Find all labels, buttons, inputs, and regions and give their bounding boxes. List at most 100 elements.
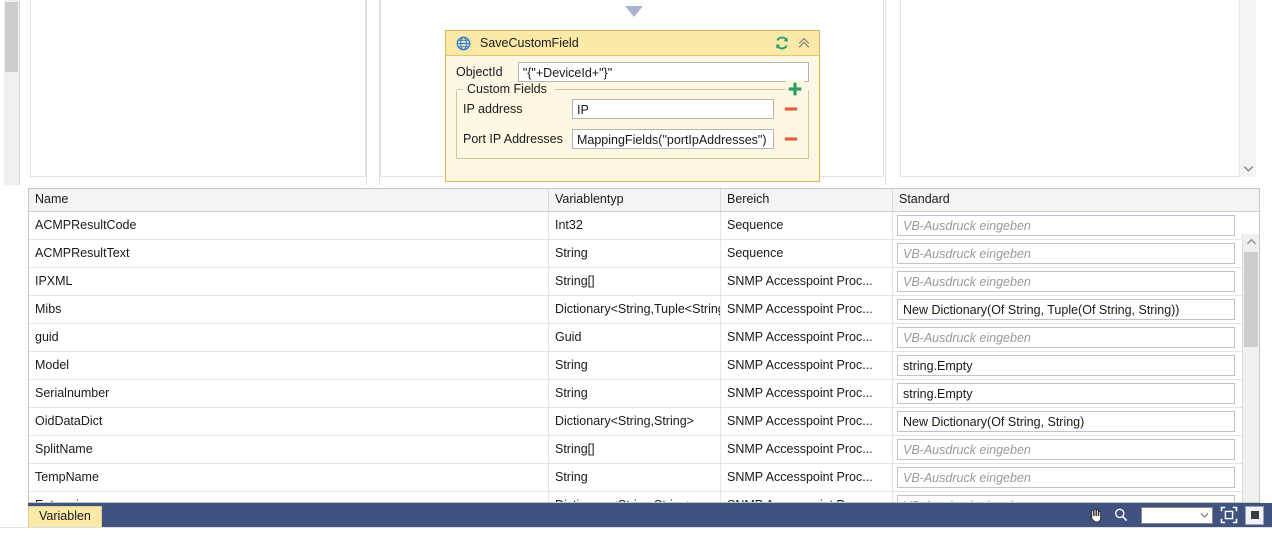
workflow-designer-canvas[interactable]: SaveCustomField ObjectId "{"+DeviceId+"}… — [0, 0, 1272, 185]
default-value-input[interactable]: VB-Ausdruck eingeben — [897, 439, 1235, 460]
default-value-input[interactable]: VB-Ausdruck eingeben — [897, 215, 1235, 236]
table-row[interactable]: guid Guid SNMP Accesspoint Proc... VB-Au… — [29, 324, 1259, 352]
activity-header[interactable]: SaveCustomField — [446, 31, 819, 56]
hand-icon[interactable] — [1085, 505, 1105, 525]
actual-size-inner — [1250, 511, 1259, 519]
cell-variable-type[interactable]: String — [549, 352, 721, 379]
outer-vertical-scrollbar[interactable] — [4, 0, 20, 185]
cell-variable-scope[interactable]: SNMP Accesspoint Proc... — [721, 492, 893, 502]
cell-variable-scope[interactable]: SNMP Accesspoint Proc... — [721, 380, 893, 407]
default-value-input[interactable]: string.Empty — [897, 355, 1235, 376]
default-value-input[interactable]: VB-Ausdruck eingeben — [897, 467, 1235, 488]
cell-variable-name[interactable]: SplitName — [29, 436, 549, 463]
cell-variable-type[interactable]: Int32 — [549, 212, 721, 239]
designer-vertical-scrollbar[interactable] — [1239, 0, 1256, 177]
cell-variable-scope[interactable]: SNMP Accesspoint Proc... — [721, 324, 893, 351]
cell-variable-type[interactable]: String[] — [549, 436, 721, 463]
cell-variable-name[interactable]: Model — [29, 352, 549, 379]
default-value-input[interactable]: VB-Ausdruck eingeben — [897, 243, 1235, 264]
cell-variable-default: New Dictionary(Of String, String) — [893, 408, 1239, 435]
cell-variable-default: VB-Ausdruck eingeben — [893, 324, 1239, 351]
designer-left-pane[interactable] — [30, 0, 366, 177]
table-row[interactable]: Enterprises Dictionary<String,String> SN… — [29, 492, 1259, 502]
table-row[interactable]: TempName String SNMP Accesspoint Proc...… — [29, 464, 1259, 492]
table-row[interactable]: ACMPResultText String Sequence VB-Ausdru… — [29, 240, 1259, 268]
cell-variable-scope[interactable]: SNMP Accesspoint Proc... — [721, 436, 893, 463]
cell-variable-type[interactable]: String — [549, 464, 721, 491]
cell-variable-type[interactable]: Dictionary<String,String> — [549, 492, 721, 502]
activity-save-custom-field[interactable]: SaveCustomField ObjectId "{"+DeviceId+"}… — [445, 30, 820, 182]
refresh-icon[interactable] — [771, 33, 793, 53]
minus-icon[interactable] — [780, 98, 802, 120]
cell-variable-type[interactable]: String — [549, 240, 721, 267]
cell-variable-scope[interactable]: SNMP Accesspoint Proc... — [721, 464, 893, 491]
cell-variable-scope[interactable]: SNMP Accesspoint Proc... — [721, 352, 893, 379]
status-bar-tools — [1085, 503, 1264, 527]
cell-variable-name[interactable]: ACMPResultCode — [29, 212, 549, 239]
cell-variable-default: VB-Ausdruck eingeben — [893, 212, 1239, 239]
cell-variable-name[interactable]: Serialnumber — [29, 380, 549, 407]
cell-variable-name[interactable]: guid — [29, 324, 549, 351]
cell-variable-scope[interactable]: SNMP Accesspoint Proc... — [721, 268, 893, 295]
cell-variable-default: VB-Ausdruck eingeben — [893, 268, 1239, 295]
grid-scrollbar-thumb[interactable] — [1244, 252, 1258, 347]
minus-icon[interactable] — [780, 128, 802, 150]
column-header-name[interactable]: Name — [29, 189, 549, 211]
cell-variable-type[interactable]: Dictionary<String,String> — [549, 408, 721, 435]
cell-variable-type[interactable]: String[] — [549, 268, 721, 295]
custom-field-row: Port IP Addresses MappingFields("portIpA… — [463, 128, 802, 150]
cell-variable-name[interactable]: ACMPResultText — [29, 240, 549, 267]
cell-variable-name[interactable]: Enterprises — [29, 492, 549, 502]
table-row[interactable]: IPXML String[] SNMP Accesspoint Proc... … — [29, 268, 1259, 296]
objectid-row: ObjectId "{"+DeviceId+"}" — [456, 62, 809, 82]
default-value-input[interactable]: New Dictionary(Of String, String) — [897, 411, 1235, 432]
globe-icon — [452, 33, 474, 53]
table-row[interactable]: SplitName String[] SNMP Accesspoint Proc… — [29, 436, 1259, 464]
variables-grid[interactable]: Name Variablentyp Bereich Standard ACMPR… — [28, 188, 1260, 503]
cell-variable-type[interactable]: String — [549, 380, 721, 407]
activity-title: SaveCustomField — [480, 36, 579, 50]
cell-variable-scope[interactable]: SNMP Accesspoint Proc... — [721, 408, 893, 435]
default-value-input[interactable]: VB-Ausdruck eingeben — [897, 327, 1235, 348]
fit-to-screen-icon[interactable] — [1219, 505, 1239, 525]
cell-variable-scope[interactable]: Sequence — [721, 240, 893, 267]
cell-variable-type[interactable]: Guid — [549, 324, 721, 351]
default-value-input[interactable]: VB-Ausdruck eingeben — [897, 495, 1235, 502]
objectid-input[interactable]: "{"+DeviceId+"}" — [517, 62, 809, 82]
default-value-input[interactable]: New Dictionary(Of String, Tuple(Of Strin… — [897, 299, 1235, 320]
cell-variable-default: string.Empty — [893, 380, 1239, 407]
zoom-level-combobox[interactable] — [1141, 506, 1213, 524]
cell-variable-name[interactable]: TempName — [29, 464, 549, 491]
designer-right-pane[interactable] — [900, 0, 1240, 177]
custom-field-input[interactable]: MappingFields("portIpAddresses") — [571, 129, 775, 149]
table-row[interactable]: Serialnumber String SNMP Accesspoint Pro… — [29, 380, 1259, 408]
cell-variable-name[interactable]: Mibs — [29, 296, 549, 323]
cell-variable-default: string.Empty — [893, 352, 1239, 379]
plus-icon[interactable] — [786, 80, 804, 98]
table-row[interactable]: Mibs Dictionary<String,Tuple<String,Stri… — [29, 296, 1259, 324]
default-value-input[interactable]: VB-Ausdruck eingeben — [897, 271, 1235, 292]
magnifier-icon[interactable] — [1111, 505, 1131, 525]
custom-field-input[interactable]: IP — [571, 99, 775, 119]
table-row[interactable]: OidDataDict Dictionary<String,String> SN… — [29, 408, 1259, 436]
default-value-input[interactable]: string.Empty — [897, 383, 1235, 404]
cell-variable-default: VB-Ausdruck eingeben — [893, 436, 1239, 463]
column-header-type[interactable]: Variablentyp — [549, 189, 721, 211]
scroll-down-icon[interactable] — [1240, 161, 1256, 175]
table-row[interactable]: ACMPResultCode Int32 Sequence VB-Ausdruc… — [29, 212, 1259, 240]
custom-field-label: Port IP Addresses — [463, 132, 563, 146]
cell-variable-scope[interactable]: Sequence — [721, 212, 893, 239]
column-header-default[interactable]: Standard — [893, 189, 1239, 211]
chevron-double-up-icon[interactable] — [793, 33, 815, 53]
outer-scrollbar-thumb[interactable] — [5, 2, 18, 72]
scroll-up-icon[interactable] — [1243, 234, 1259, 250]
tab-variablen[interactable]: Variablen — [28, 506, 102, 527]
cell-variable-name[interactable]: OidDataDict — [29, 408, 549, 435]
cell-variable-type[interactable]: Dictionary<String,Tuple<String,String>> — [549, 296, 721, 323]
cell-variable-name[interactable]: IPXML — [29, 268, 549, 295]
cell-variable-scope[interactable]: SNMP Accesspoint Proc... — [721, 296, 893, 323]
actual-size-icon[interactable] — [1245, 505, 1264, 525]
grid-vertical-scrollbar[interactable] — [1242, 234, 1259, 502]
table-row[interactable]: Model String SNMP Accesspoint Proc... st… — [29, 352, 1259, 380]
column-header-scope[interactable]: Bereich — [721, 189, 893, 211]
